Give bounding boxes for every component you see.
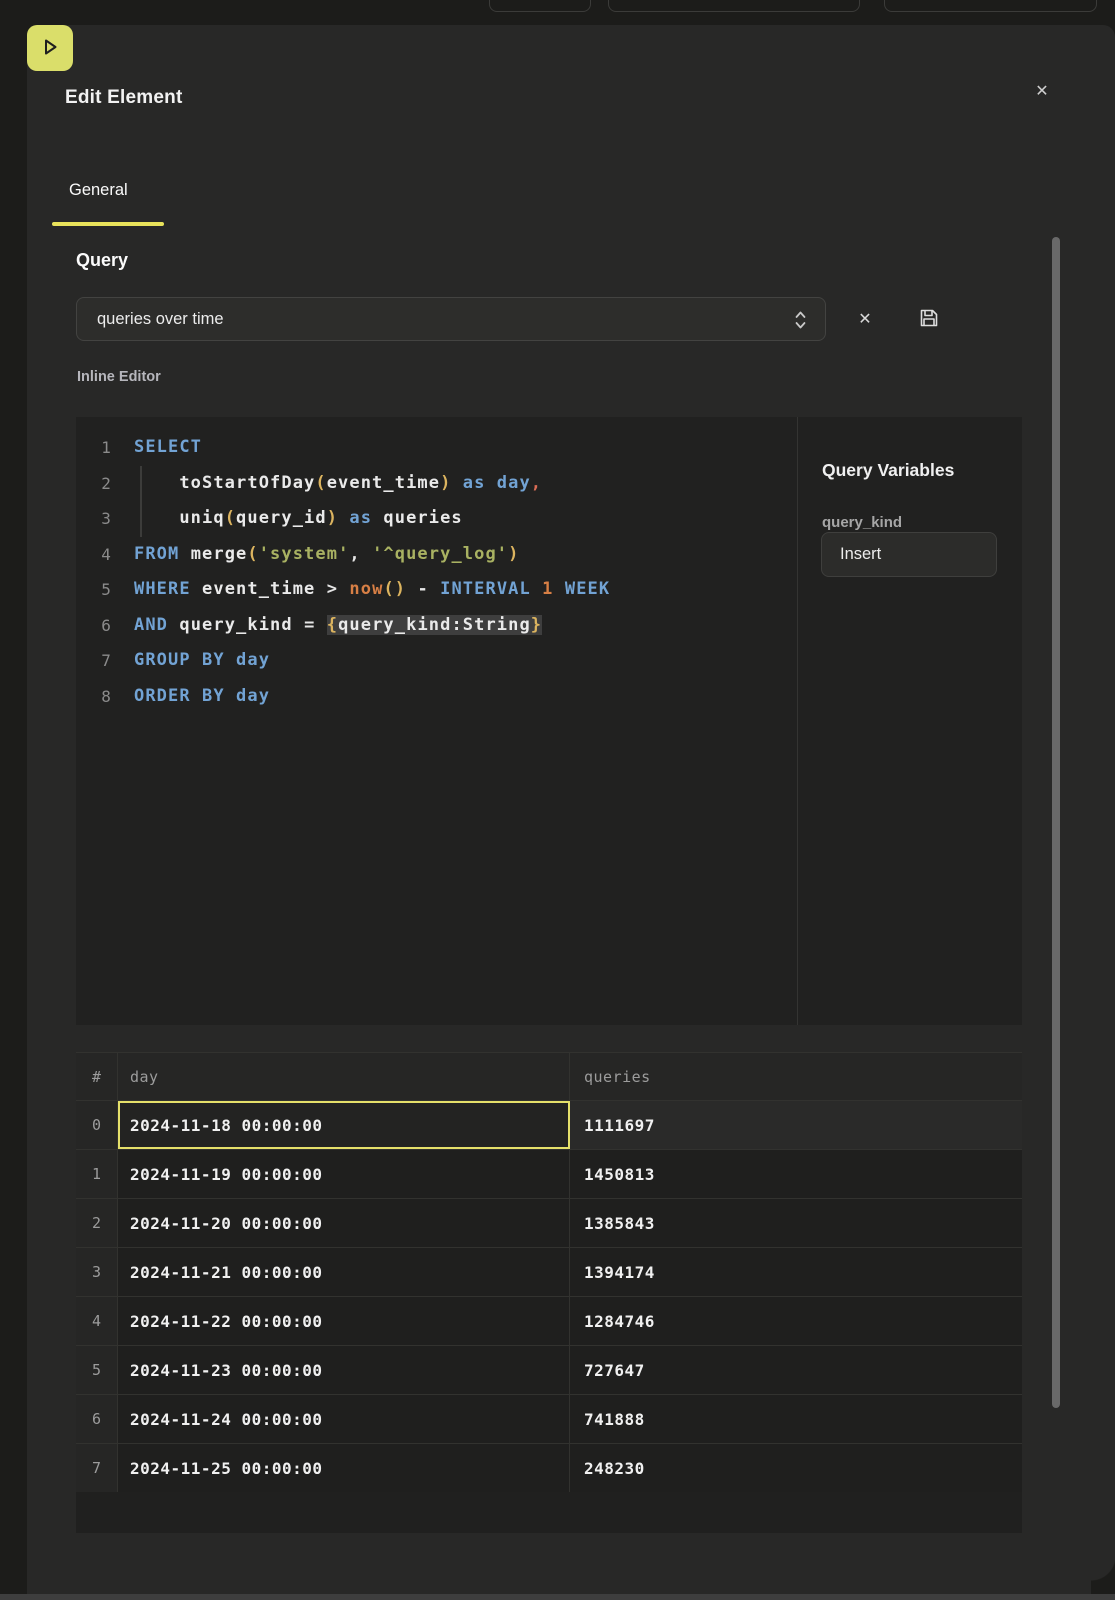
row-index-cell[interactable]: 1	[76, 1150, 118, 1198]
line-number: 7	[76, 643, 112, 679]
query-section-heading: Query	[76, 250, 128, 271]
row-index-cell[interactable]: 2	[76, 1199, 118, 1247]
scrollbar[interactable]	[1052, 237, 1060, 1408]
line-number: 3	[76, 501, 112, 537]
chevron-up-down-icon	[794, 310, 807, 335]
table-scroll-gutter	[76, 1492, 1022, 1533]
play-icon	[40, 37, 60, 60]
query-variables-heading: Query Variables	[822, 460, 954, 481]
query-select-value: queries over time	[97, 310, 224, 329]
column-header-day: day	[118, 1053, 570, 1100]
code-line[interactable]: 6AND query_kind = {query_kind:String}	[76, 608, 797, 644]
queries-cell[interactable]: 1385843	[570, 1199, 1022, 1247]
insert-variable-button[interactable]: Insert	[821, 532, 997, 577]
day-cell[interactable]: 2024-11-21 00:00:00	[118, 1248, 570, 1296]
tab-general[interactable]: General	[69, 181, 128, 200]
line-number: 8	[76, 679, 112, 715]
toolbar-button-partial-2[interactable]	[608, 0, 860, 12]
table-row[interactable]: 52024-11-23 00:00:00727647	[76, 1346, 1022, 1395]
results-table-header: # day queries	[76, 1053, 1022, 1101]
day-cell[interactable]: 2024-11-20 00:00:00	[118, 1199, 570, 1247]
toolbar-button-partial-1[interactable]	[489, 0, 591, 12]
queries-cell[interactable]: 1394174	[570, 1248, 1022, 1296]
code-line[interactable]: 7GROUP BY day	[76, 643, 797, 679]
query-select[interactable]: queries over time	[76, 297, 826, 341]
row-index-cell[interactable]: 0	[76, 1101, 118, 1149]
table-row[interactable]: 62024-11-24 00:00:00741888	[76, 1395, 1022, 1444]
table-row[interactable]: 42024-11-22 00:00:001284746	[76, 1297, 1022, 1346]
line-number: 5	[76, 572, 112, 608]
day-cell[interactable]: 2024-11-23 00:00:00	[118, 1346, 570, 1394]
day-cell[interactable]: 2024-11-22 00:00:00	[118, 1297, 570, 1345]
sql-code[interactable]: 1SELECT2 toStartOfDay(event_time) as day…	[76, 430, 797, 714]
window-corner	[1091, 1556, 1115, 1594]
toolbar-button-partial-3[interactable]	[884, 0, 1097, 12]
table-row[interactable]: 02024-11-18 00:00:001111697	[76, 1101, 1022, 1150]
variable-name-label: query_kind	[822, 514, 902, 531]
code-line[interactable]: 5WHERE event_time > now() - INTERVAL 1 W…	[76, 572, 797, 608]
code-line[interactable]: 4FROM merge('system', '^query_log')	[76, 537, 797, 573]
day-cell[interactable]: 2024-11-24 00:00:00	[118, 1395, 570, 1443]
row-index-cell[interactable]: 5	[76, 1346, 118, 1394]
column-header-index: #	[76, 1053, 118, 1100]
table-row[interactable]: 12024-11-19 00:00:001450813	[76, 1150, 1022, 1199]
line-number: 6	[76, 608, 112, 644]
queries-cell[interactable]: 1284746	[570, 1297, 1022, 1345]
table-row[interactable]: 72024-11-25 00:00:00248230	[76, 1444, 1022, 1493]
sql-editor[interactable]: 1SELECT2 toStartOfDay(event_time) as day…	[76, 417, 1022, 1025]
queries-cell[interactable]: 1450813	[570, 1150, 1022, 1198]
table-row[interactable]: 32024-11-21 00:00:001394174	[76, 1248, 1022, 1297]
close-icon[interactable]: ✕	[1027, 77, 1057, 107]
code-line[interactable]: 2 toStartOfDay(event_time) as day,	[76, 466, 797, 502]
row-index-cell[interactable]: 6	[76, 1395, 118, 1443]
line-number: 1	[76, 430, 112, 466]
column-header-queries: queries	[570, 1053, 1022, 1100]
inline-editor-label: Inline Editor	[77, 369, 161, 385]
code-line[interactable]: 1SELECT	[76, 430, 797, 466]
modal-title: Edit Element	[65, 87, 182, 109]
table-row[interactable]: 22024-11-20 00:00:001385843	[76, 1199, 1022, 1248]
save-button[interactable]	[913, 303, 945, 335]
tab-active-indicator	[52, 222, 164, 226]
run-query-button[interactable]	[27, 25, 73, 71]
results-table: # day queries 02024-11-18 00:00:00111169…	[76, 1052, 1022, 1493]
code-line[interactable]: 3 uniq(query_id) as queries	[76, 501, 797, 537]
line-number: 2	[76, 466, 112, 502]
queries-cell[interactable]: 741888	[570, 1395, 1022, 1443]
floppy-disk-icon	[918, 317, 940, 332]
day-cell[interactable]: 2024-11-19 00:00:00	[118, 1150, 570, 1198]
row-index-cell[interactable]: 3	[76, 1248, 118, 1296]
day-cell[interactable]: 2024-11-25 00:00:00	[118, 1444, 570, 1492]
queries-cell[interactable]: 248230	[570, 1444, 1022, 1492]
day-cell[interactable]: 2024-11-18 00:00:00	[118, 1101, 570, 1149]
line-number: 4	[76, 537, 112, 573]
code-line[interactable]: 8ORDER BY day	[76, 679, 797, 715]
queries-cell[interactable]: 1111697	[570, 1101, 1022, 1149]
queries-cell[interactable]: 727647	[570, 1346, 1022, 1394]
query-variables-panel: Query Variables query_kind Insert	[797, 417, 1022, 1025]
row-index-cell[interactable]: 4	[76, 1297, 118, 1345]
edit-element-modal: Edit Element ✕ General Query queries ove…	[27, 25, 1115, 1600]
row-index-cell[interactable]: 7	[76, 1444, 118, 1492]
window-bottom-edge	[0, 1594, 1115, 1600]
clear-query-button[interactable]: ✕	[849, 303, 881, 335]
